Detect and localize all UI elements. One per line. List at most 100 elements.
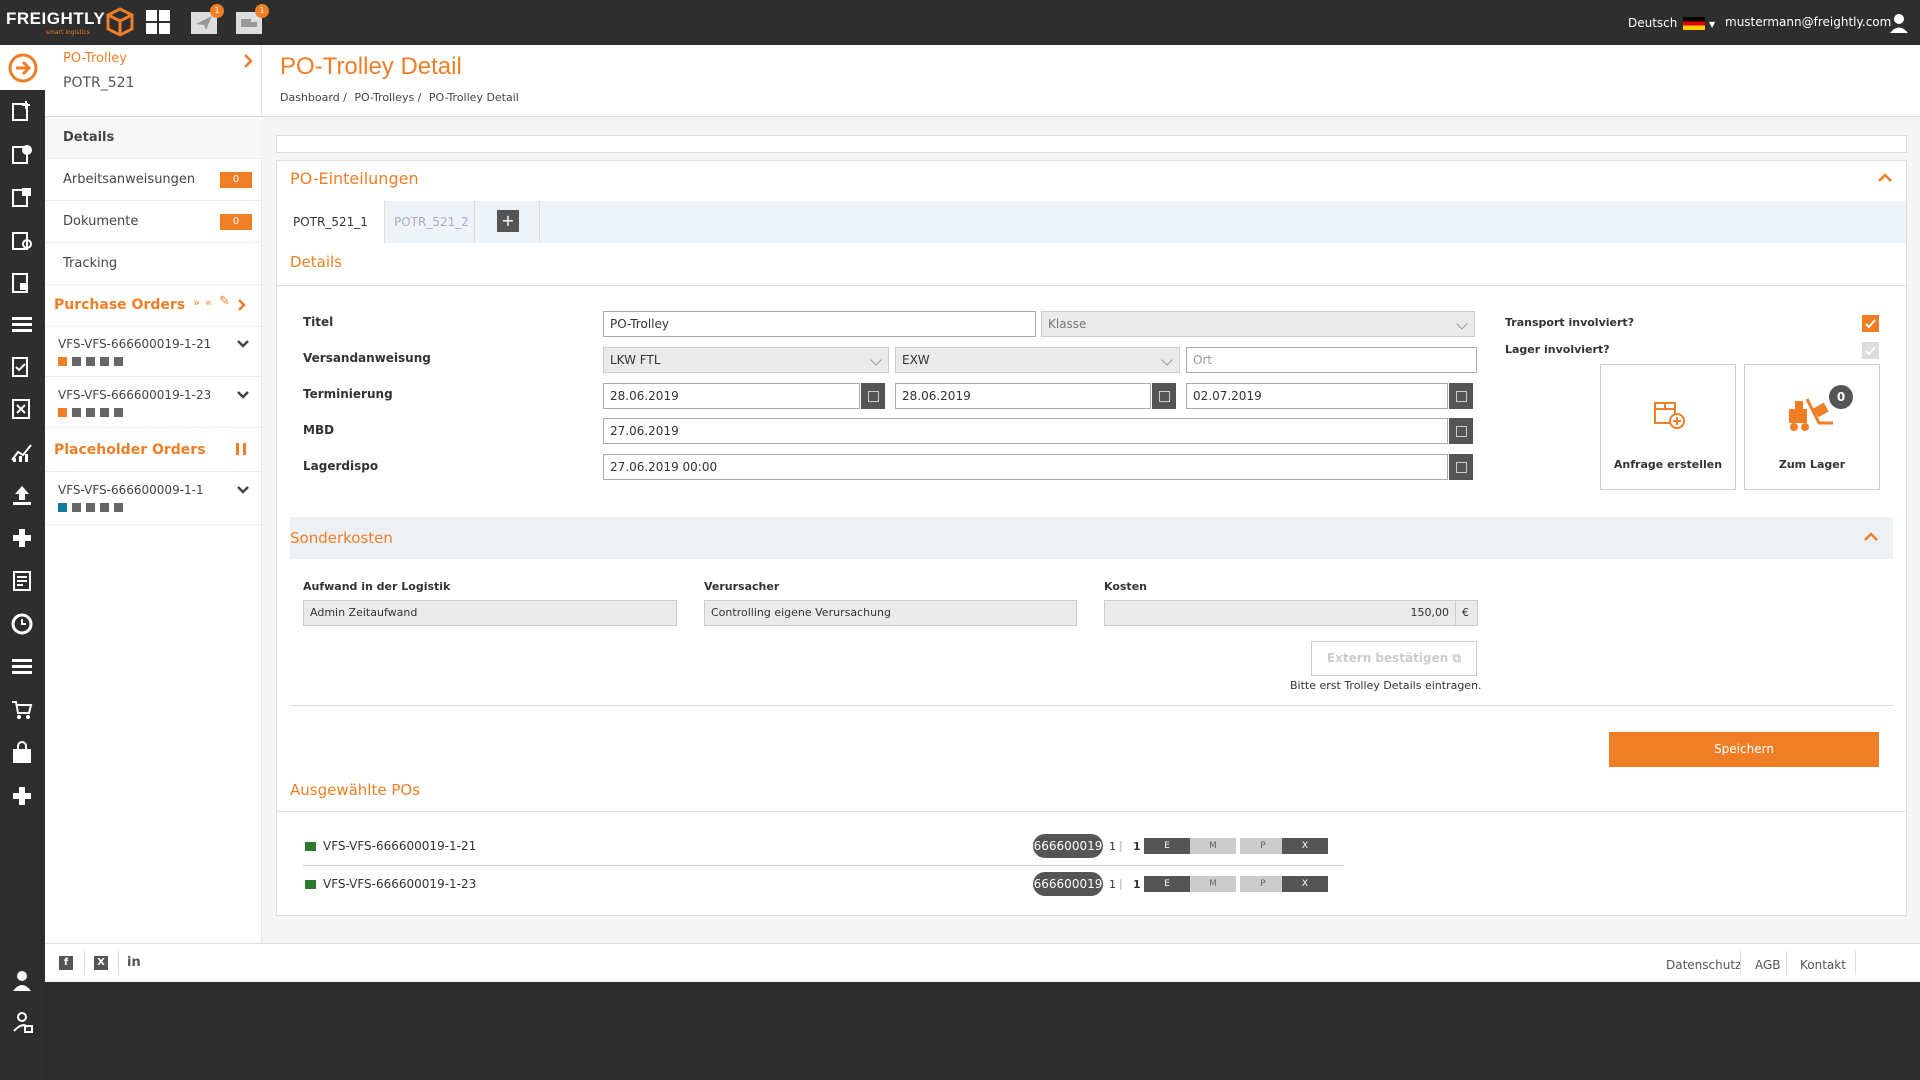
lagerdispo-input[interactable]: 27.06.2019 00:00 [603,454,1448,480]
calendar-icon[interactable] [1449,454,1473,480]
purchase-order-item[interactable]: VFS-VFS-666600019-1-21 [45,327,262,377]
zum-lager-tile[interactable]: 0 Zum Lager [1744,364,1880,490]
calendar-icon[interactable] [1152,383,1176,409]
footer-link-kontakt[interactable]: Kontakt [1800,958,1846,972]
freightly-logo[interactable]: FREIGHTLY smart logistics [6,7,134,37]
calendar-icon[interactable] [1449,418,1473,444]
upload-icon[interactable] [8,481,36,509]
facebook-icon[interactable]: f [59,956,73,970]
chevron-down-icon[interactable] [236,388,250,402]
extern-bestaetigen-button[interactable]: Extern bestätigen ⧉ [1311,641,1477,676]
tab-potr-521-2[interactable]: POTR_521_2 [378,201,475,243]
clock-icon[interactable] [8,610,36,638]
klasse-select[interactable]: Klasse [1041,311,1475,337]
truck-notification-icon[interactable]: 1 [235,4,269,36]
analytics-icon[interactable] [8,438,36,466]
state-x-button[interactable]: X [1282,876,1328,892]
state-e-button[interactable]: E [1144,876,1190,892]
purchase-orders-title: Purchase Orders [54,297,186,313]
state-x-button[interactable]: X [1282,838,1328,854]
state-e-button[interactable]: E [1144,838,1190,854]
breadcrumb-dashboard[interactable]: Dashboard [280,91,340,104]
document-settings-icon[interactable] [8,226,36,254]
calendar-icon[interactable] [861,383,885,409]
linkedin-icon[interactable]: in [127,955,141,970]
sidebar-item-dokumente[interactable]: Dokumente 0 [45,201,262,243]
state-m-button[interactable]: M [1190,876,1236,892]
chevron-right-icon[interactable] [237,299,246,311]
state-p-button[interactable]: P [1240,876,1286,892]
breadcrumb-po-trolleys[interactable]: PO-Trolleys [354,91,414,104]
chevron-down-icon: ▼ [1709,20,1716,29]
kosten-input[interactable]: 150,00 [1104,600,1456,626]
add-tab-button[interactable]: + [497,210,519,232]
state-p-button[interactable]: P [1240,838,1286,854]
aufwand-label: Aufwand in der Logistik [303,580,451,593]
external-link-icon: ⧉ [1452,651,1462,665]
user-switch-icon[interactable] [8,1008,36,1036]
purchase-order-item[interactable]: VFS-VFS-666600019-1-23 [45,378,262,428]
new-order-icon[interactable] [8,97,36,125]
user-profile-icon[interactable] [1888,12,1910,37]
trolley-document-icon[interactable] [8,183,36,211]
versand-select[interactable]: LKW FTL [603,347,889,373]
xing-icon[interactable]: X [94,956,108,970]
language-selector[interactable]: Deutsch ▼ [1628,16,1715,30]
placeholder-order-item[interactable]: VFS-VFS-666600009-1-1 [45,473,262,525]
ort-input[interactable]: Ort [1186,347,1477,373]
user-email[interactable]: mustermann@freightly.com [1725,15,1891,29]
shopping-cart-icon[interactable] [8,696,36,724]
collapse-all-icon[interactable]: » [193,296,200,309]
termin-end-input[interactable]: 02.07.2019 [1186,383,1448,409]
report-icon[interactable] [8,567,36,595]
rail-expand-area[interactable] [0,45,45,90]
sonderkosten-header[interactable]: Sonderkosten [290,517,1893,559]
shopping-bag-icon[interactable] [8,739,36,767]
tab-potr-521-1[interactable]: POTR_521_1 [277,201,385,243]
language-label: Deutsch [1628,16,1678,30]
plus-icon[interactable] [8,524,36,552]
chevron-right-icon[interactable] [243,54,253,68]
document-lock-icon[interactable] [8,269,36,297]
edit-pencil-icon[interactable]: ✎ [219,294,230,309]
calendar-icon[interactable] [1449,383,1473,409]
state-m-button[interactable]: M [1190,838,1236,854]
aufwand-input[interactable]: Admin Zeitaufwand [303,600,677,626]
page-title: PO-Trolley Detail [280,53,462,80]
list-alt-icon[interactable] [8,653,36,681]
verursacher-input[interactable]: Controlling eigene Verursachung [704,600,1077,626]
anfrage-erstellen-tile[interactable]: Anfrage erstellen [1600,364,1736,490]
support-agent-icon[interactable] [8,966,36,994]
sidebar-item-tracking[interactable]: Tracking [45,243,262,285]
termin-mid-input[interactable]: 28.06.2019 [895,383,1151,409]
titel-input[interactable]: PO-Trolley [603,311,1036,337]
footer-link-agb[interactable]: AGB [1755,958,1781,972]
mbd-input[interactable]: 27.06.2019 [603,418,1448,444]
dashboard-grid-icon[interactable] [144,8,172,36]
context-header[interactable]: PO-Trolley POTR_521 [45,45,262,117]
selected-po-label[interactable]: VFS-VFS-666600019-1-23 [323,877,476,891]
save-button[interactable]: Speichern [1609,732,1879,767]
sidebar-item-arbeitsanweisungen[interactable]: Arbeitsanweisungen 0 [45,159,262,201]
checklist-icon[interactable] [8,353,36,381]
list-icon[interactable] [8,311,36,339]
incoterm-select[interactable]: EXW [895,347,1180,373]
plus-alt-icon[interactable] [8,782,36,810]
transport-checkbox[interactable] [1862,315,1879,332]
selected-po-label[interactable]: VFS-VFS-666600019-1-21 [323,839,476,853]
add-document-icon[interactable] [8,140,36,168]
sidebar-item-details[interactable]: Details [45,117,262,159]
lager-checkbox[interactable] [1862,342,1879,359]
collapse-caret-icon[interactable] [1878,173,1892,183]
pause-icon[interactable] [236,443,246,455]
arrow-right-circle-icon[interactable] [8,53,38,83]
termin-start-input[interactable]: 28.06.2019 [603,383,860,409]
collapse-caret-icon[interactable] [1864,532,1878,542]
lager-label: Lager involviert? [1505,343,1610,356]
excel-export-icon[interactable] [8,395,36,423]
expand-all-icon[interactable]: « [205,296,212,309]
chevron-down-icon[interactable] [236,483,250,497]
send-notification-icon[interactable]: 1 [190,4,224,36]
footer-link-datenschutz[interactable]: Datenschutz [1666,958,1741,972]
chevron-down-icon[interactable] [236,337,250,351]
